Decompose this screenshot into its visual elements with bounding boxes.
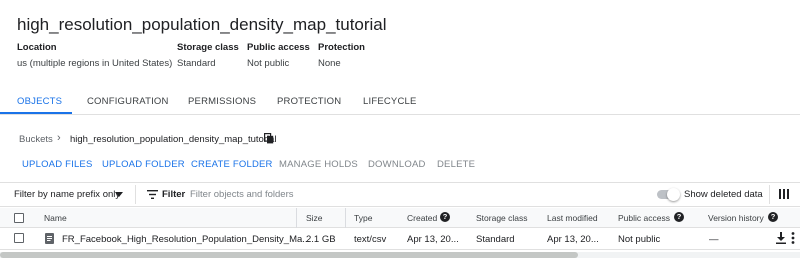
chevron-right-icon: › [57, 132, 61, 144]
filter-input[interactable]: Filter objects and folders [190, 189, 294, 200]
breadcrumb-buckets[interactable]: Buckets [19, 134, 53, 145]
public-access-label: Public access [247, 42, 310, 53]
help-icon[interactable]: ? [768, 212, 778, 222]
download-icon[interactable] [776, 232, 786, 244]
column-public-access[interactable]: Public access [618, 213, 670, 223]
file-size: 2.1 GB [306, 234, 336, 245]
filter-prefix-select[interactable]: Filter by name prefix only [14, 189, 120, 200]
column-size[interactable]: Size [306, 213, 323, 223]
select-all-checkbox[interactable] [14, 213, 24, 223]
column-storage-class[interactable]: Storage class [476, 213, 528, 223]
breadcrumb-current: high_resolution_population_density_map_t… [70, 134, 277, 145]
location-value: us (multiple regions in United States) [17, 58, 173, 69]
chevron-down-icon[interactable] [115, 192, 123, 197]
column-last-modified[interactable]: Last modified [547, 213, 598, 223]
column-divider [296, 208, 297, 228]
public-access-value: Not public [247, 58, 290, 69]
column-created[interactable]: Created [407, 213, 437, 223]
tab-objects[interactable]: OBJECTS [17, 96, 62, 107]
tabs-divider [0, 114, 800, 115]
upload-folder-button[interactable]: UPLOAD FOLDER [102, 159, 185, 170]
create-folder-button[interactable]: CREATE FOLDER [191, 159, 273, 170]
file-public-access: Not public [618, 234, 661, 245]
column-name[interactable]: Name [44, 213, 67, 223]
file-last-modified: Apr 13, 20... [547, 234, 599, 245]
bucket-title: high_resolution_population_density_map_t… [17, 15, 387, 34]
file-created: Apr 13, 20... [407, 234, 459, 245]
columns-icon[interactable] [779, 189, 789, 199]
storage-class-label: Storage class [177, 42, 239, 53]
filter-label: Filter [162, 189, 186, 200]
file-type: text/csv [354, 234, 387, 245]
filter-lines-icon [147, 190, 158, 199]
tab-lifecycle[interactable]: LIFECYCLE [363, 96, 417, 107]
active-tab-indicator [0, 112, 72, 114]
copy-icon[interactable] [264, 133, 274, 144]
delete-button[interactable]: DELETE [437, 159, 475, 170]
download-button[interactable]: DOWNLOAD [368, 159, 426, 170]
upload-files-button[interactable]: UPLOAD FILES [22, 159, 93, 170]
file-storage-class: Standard [476, 234, 515, 245]
help-icon[interactable]: ? [440, 212, 450, 222]
scrollbar-thumb[interactable] [0, 252, 578, 258]
toggle-knob[interactable] [667, 188, 680, 201]
filter-divider [135, 185, 136, 204]
column-type[interactable]: Type [354, 213, 372, 223]
protection-value: None [318, 58, 341, 69]
tab-permissions[interactable]: PERMISSIONS [188, 96, 256, 107]
kebab-icon[interactable] [790, 232, 796, 244]
filter-divider-right [769, 185, 770, 204]
show-deleted-label: Show deleted data [684, 189, 763, 200]
column-divider [345, 208, 346, 228]
protection-label: Protection [318, 42, 365, 53]
file-version-history: — [709, 234, 719, 245]
tab-protection[interactable]: PROTECTION [277, 96, 341, 107]
tab-configuration[interactable]: CONFIGURATION [87, 96, 169, 107]
manage-holds-button[interactable]: MANAGE HOLDS [279, 159, 358, 170]
column-version-history[interactable]: Version history [708, 213, 764, 223]
file-icon [45, 233, 54, 244]
file-name-link[interactable]: FR_Facebook_High_Resolution_Population_D… [62, 234, 310, 245]
help-icon[interactable]: ? [674, 212, 684, 222]
row-checkbox[interactable] [14, 233, 24, 243]
location-label: Location [17, 42, 57, 53]
storage-class-value: Standard [177, 58, 216, 69]
